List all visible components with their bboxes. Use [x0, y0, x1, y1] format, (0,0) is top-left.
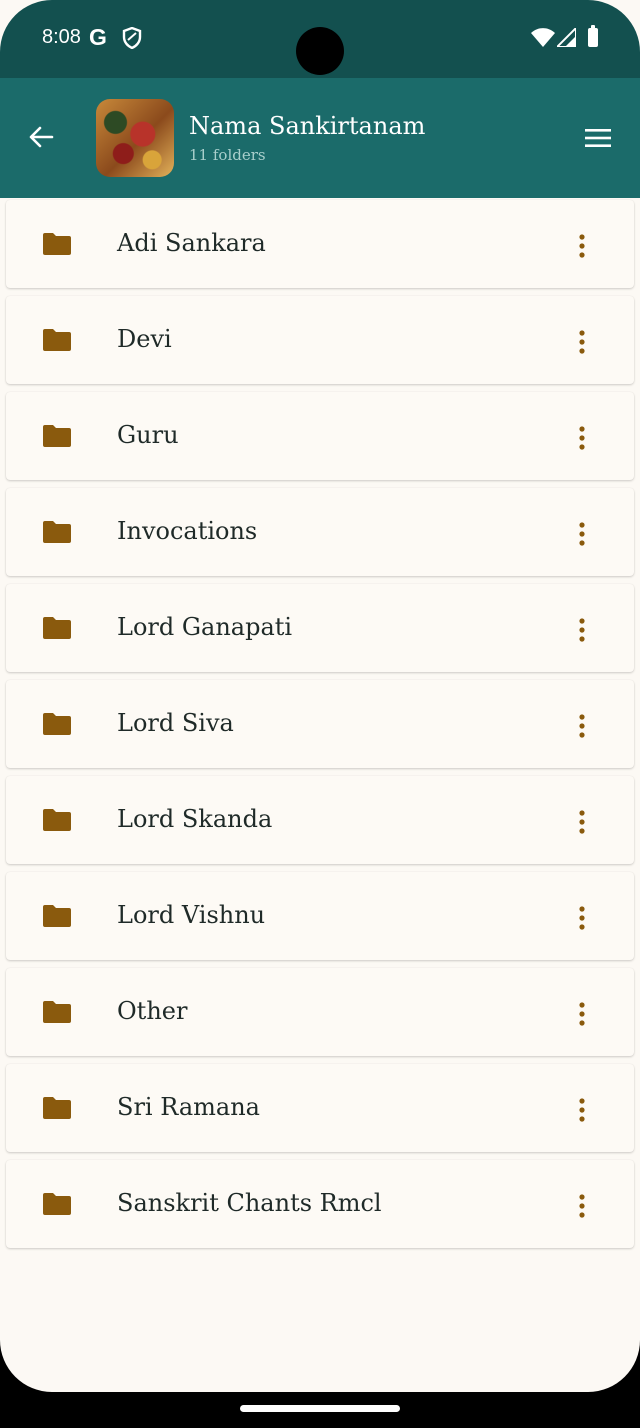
- signal-icon: [554, 25, 577, 52]
- more-vert-icon[interactable]: [578, 426, 586, 455]
- folder-icon: [43, 905, 71, 932]
- list-item[interactable]: Lord Ganapati: [6, 584, 634, 672]
- more-vert-icon[interactable]: [578, 714, 586, 743]
- menu-icon[interactable]: [585, 128, 611, 153]
- list-item[interactable]: Lord Vishnu: [6, 872, 634, 960]
- folder-icon: [43, 713, 71, 740]
- folder-name: Other: [117, 997, 188, 1025]
- more-vert-icon[interactable]: [578, 810, 586, 839]
- battery-icon: [588, 25, 598, 47]
- folder-icon: [43, 521, 71, 548]
- more-vert-icon[interactable]: [578, 1002, 586, 1031]
- folder-name: Sanskrit Chants Rmcl: [117, 1189, 382, 1217]
- folder-name: Devi: [117, 325, 172, 353]
- list-item[interactable]: Guru: [6, 392, 634, 480]
- google-icon: G: [89, 24, 107, 50]
- more-vert-icon[interactable]: [578, 330, 586, 359]
- gesture-nav-handle[interactable]: [240, 1405, 400, 1412]
- folder-icon: [43, 809, 71, 836]
- list-item[interactable]: Lord Skanda: [6, 776, 634, 864]
- back-arrow-icon[interactable]: [28, 124, 54, 155]
- status-time: 8:08: [42, 26, 81, 48]
- phone-frame: 8:08 G Nama Sankirtanam 11 folders Adi S…: [0, 0, 640, 1428]
- more-vert-icon[interactable]: [578, 618, 586, 647]
- shield-icon: [122, 26, 142, 54]
- folder-name: Sri Ramana: [117, 1093, 260, 1121]
- more-vert-icon[interactable]: [578, 1098, 586, 1127]
- folder-name: Lord Vishnu: [117, 901, 266, 929]
- folder-name: Invocations: [117, 517, 258, 545]
- list-item[interactable]: Sri Ramana: [6, 1064, 634, 1152]
- more-vert-icon[interactable]: [578, 906, 586, 935]
- folder-name: Adi Sankara: [117, 229, 266, 257]
- status-bar: 8:08 G: [0, 0, 640, 78]
- more-vert-icon[interactable]: [578, 234, 586, 263]
- folder-count: 11 folders: [189, 146, 266, 164]
- folder-icon: [43, 329, 71, 356]
- camera-cutout: [296, 27, 344, 75]
- page-title: Nama Sankirtanam: [189, 112, 426, 140]
- list-item[interactable]: Devi: [6, 296, 634, 384]
- folder-icon: [43, 425, 71, 452]
- more-vert-icon[interactable]: [578, 1194, 586, 1223]
- list-item[interactable]: Lord Siva: [6, 680, 634, 768]
- folder-name: Lord Skanda: [117, 805, 273, 833]
- more-vert-icon[interactable]: [578, 522, 586, 551]
- app-screen: 8:08 G Nama Sankirtanam 11 folders Adi S…: [0, 0, 640, 1392]
- list-item[interactable]: Other: [6, 968, 634, 1056]
- folder-icon: [43, 1193, 71, 1220]
- app-logo: [96, 99, 174, 177]
- app-bar: Nama Sankirtanam 11 folders: [0, 78, 640, 198]
- wifi-icon: [531, 28, 555, 52]
- folder-icon: [43, 1001, 71, 1028]
- folder-name: Lord Ganapati: [117, 613, 293, 641]
- list-item[interactable]: Adi Sankara: [6, 200, 634, 288]
- folder-icon: [43, 617, 71, 644]
- folder-name: Guru: [117, 421, 179, 449]
- folder-icon: [43, 1097, 71, 1124]
- folder-icon: [43, 233, 71, 260]
- folder-name: Lord Siva: [117, 709, 234, 737]
- list-item[interactable]: Sanskrit Chants Rmcl: [6, 1160, 634, 1248]
- list-item[interactable]: Invocations: [6, 488, 634, 576]
